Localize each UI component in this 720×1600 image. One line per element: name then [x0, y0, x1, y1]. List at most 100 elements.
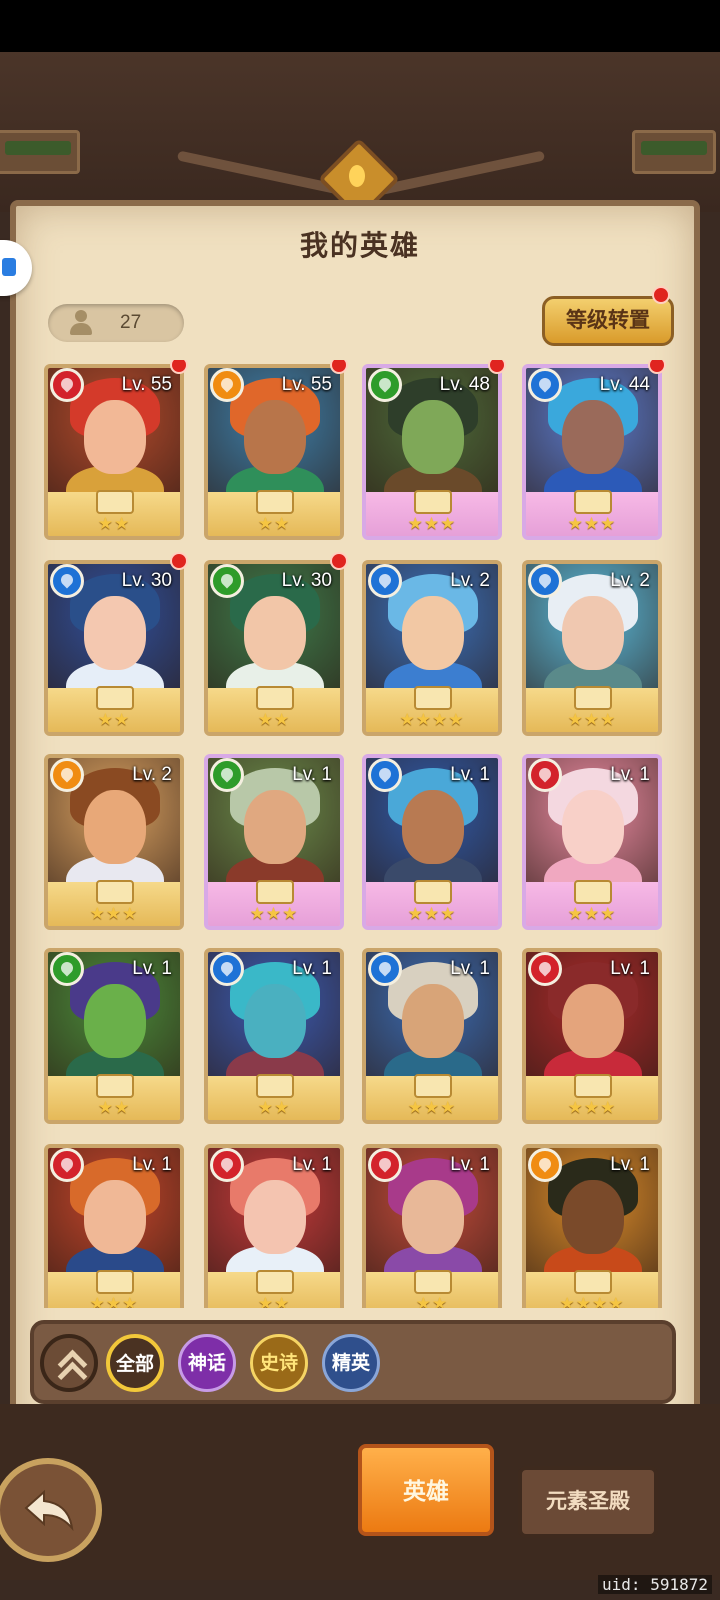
rarity-emblem-icon [256, 1270, 294, 1294]
filter-elite-button[interactable]: 精英 [322, 1334, 380, 1392]
rarity-emblem-icon [574, 490, 612, 514]
fire-element-icon [210, 1148, 244, 1182]
hero-card[interactable]: ★★★★ Lv. 1 [522, 1144, 662, 1308]
water-element-icon [528, 368, 562, 402]
notification-dot [330, 360, 348, 374]
nature-element-icon [50, 952, 84, 986]
hero-level: Lv. 30 [121, 570, 172, 591]
water-element-icon [210, 952, 244, 986]
water-element-icon [368, 952, 402, 986]
hero-level: Lv. 1 [132, 958, 172, 979]
page-title: 我的英雄 [299, 230, 420, 261]
hero-card[interactable]: ★★ Lv. 1 [204, 948, 344, 1124]
nature-element-icon [368, 368, 402, 402]
water-element-icon [528, 564, 562, 598]
hero-level: Lv. 1 [610, 1154, 650, 1175]
hero-level: Lv. 1 [132, 1154, 172, 1175]
rarity-emblem-icon [96, 490, 134, 514]
hero-card[interactable]: ★★ Lv. 55 [44, 364, 184, 540]
star-rating: ★★ [257, 514, 291, 533]
light-element-icon [50, 758, 84, 792]
hero-count-value: 27 [120, 312, 142, 333]
star-rating: ★★ [257, 710, 291, 729]
hero-card[interactable]: ★★ Lv. 1 [362, 1144, 502, 1308]
water-element-icon [368, 758, 402, 792]
notification-dot [488, 360, 506, 374]
hero-card[interactable]: ★★ Lv. 1 [44, 948, 184, 1124]
rarity-emblem-icon [414, 1270, 452, 1294]
hero-card[interactable]: ★★★ Lv. 1 [522, 948, 662, 1124]
nature-element-icon [210, 758, 244, 792]
rarity-emblem-icon [414, 686, 452, 710]
star-rating: ★★ [97, 710, 131, 729]
star-rating: ★★★ [567, 904, 617, 923]
rarity-emblem-icon [96, 1270, 134, 1294]
hero-level: Lv. 2 [132, 764, 172, 785]
fire-element-icon [368, 1148, 402, 1182]
hero-level: Lv. 44 [599, 374, 650, 395]
hero-card[interactable]: ★★★ Lv. 1 [522, 754, 662, 930]
hero-level: Lv. 1 [610, 958, 650, 979]
rarity-emblem-icon [414, 880, 452, 904]
light-element-icon [210, 368, 244, 402]
star-rating: ★★ [97, 514, 131, 533]
star-rating: ★★ [257, 1294, 291, 1308]
status-bar [0, 0, 720, 52]
hero-card[interactable]: ★★★ Lv. 48 [362, 364, 502, 540]
rarity-emblem-icon [414, 490, 452, 514]
hero-card[interactable]: ★★★ Lv. 1 [44, 1144, 184, 1308]
hero-card[interactable]: ★★★ Lv. 2 [44, 754, 184, 930]
collapse-button[interactable] [40, 1334, 98, 1392]
filter-epic-button[interactable]: 史诗 [250, 1334, 308, 1392]
hero-level: Lv. 30 [281, 570, 332, 591]
star-rating: ★★★ [567, 514, 617, 533]
tab-element-temple[interactable]: 元素圣殿 [518, 1466, 658, 1538]
star-rating: ★★ [97, 1098, 131, 1117]
rarity-emblem-icon [256, 686, 294, 710]
hero-card[interactable]: ★★★ Lv. 2 [522, 560, 662, 736]
hero-card[interactable]: ★★★ Lv. 1 [204, 754, 344, 930]
hero-level: Lv. 55 [281, 374, 332, 395]
hero-card[interactable]: ★★★ Lv. 44 [522, 364, 662, 540]
star-rating: ★★★ [407, 1098, 457, 1117]
chat-icon [2, 258, 16, 276]
hero-level: Lv. 1 [292, 958, 332, 979]
rarity-emblem-icon [256, 880, 294, 904]
hero-card[interactable]: ★★ Lv. 1 [204, 1144, 344, 1308]
notification-dot [170, 360, 188, 374]
rarity-emblem-icon [256, 490, 294, 514]
tab-heroes[interactable]: 英雄 [358, 1444, 494, 1536]
hero-level: Lv. 48 [439, 374, 490, 395]
left-pillar-ornament [0, 130, 80, 174]
level-transfer-button[interactable]: 等级转置 [542, 296, 674, 346]
star-rating: ★★★ [89, 904, 139, 923]
rarity-emblem-icon [574, 1074, 612, 1098]
notification-dot [330, 552, 348, 570]
rarity-emblem-icon [96, 880, 134, 904]
uid-label: uid: 591872 [598, 1575, 712, 1594]
star-rating: ★★★ [407, 514, 457, 533]
hero-level: Lv. 1 [450, 1154, 490, 1175]
star-rating: ★★★ [567, 1098, 617, 1117]
notification-dot [170, 552, 188, 570]
hero-card[interactable]: ★★ Lv. 30 [204, 560, 344, 736]
hero-level: Lv. 55 [121, 374, 172, 395]
hero-card[interactable]: ★★★ Lv. 1 [362, 948, 502, 1124]
hero-level: Lv. 1 [292, 1154, 332, 1175]
rarity-emblem-icon [256, 1074, 294, 1098]
water-element-icon [368, 564, 402, 598]
hero-card[interactable]: ★★★ Lv. 1 [362, 754, 502, 930]
right-pillar-ornament [632, 130, 716, 174]
light-element-icon [528, 1148, 562, 1182]
hero-card[interactable]: ★★ Lv. 55 [204, 364, 344, 540]
water-element-icon [50, 564, 84, 598]
rarity-emblem-icon [574, 1270, 612, 1294]
filter-all-button[interactable]: 全部 [106, 1334, 164, 1392]
filter-mythic-button[interactable]: 神话 [178, 1334, 236, 1392]
rarity-emblem-icon [574, 880, 612, 904]
nature-element-icon [210, 564, 244, 598]
hero-card[interactable]: ★★ Lv. 30 [44, 560, 184, 736]
hero-card[interactable]: ★★★★ Lv. 2 [362, 560, 502, 736]
star-rating: ★★★★ [399, 710, 465, 729]
person-icon [68, 310, 94, 336]
